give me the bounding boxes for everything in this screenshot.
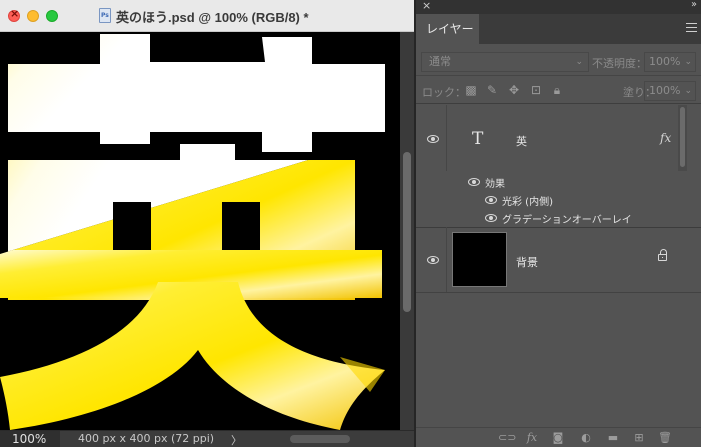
lock-icon[interactable] bbox=[658, 249, 667, 261]
lock-all-icon[interactable]: 🔒︎ bbox=[549, 82, 565, 98]
canvas[interactable] bbox=[0, 32, 400, 430]
adjustment-icon[interactable]: ◐ bbox=[578, 430, 594, 446]
opacity-label: 不透明度： bbox=[592, 57, 647, 70]
chevron-down-icon: ⌄ bbox=[575, 57, 583, 67]
kanji-glyph bbox=[0, 34, 385, 430]
effects-label: 効果 bbox=[485, 179, 505, 190]
zoom-field[interactable]: 100% bbox=[0, 431, 60, 447]
mask-icon[interactable]: ◙ bbox=[550, 430, 566, 446]
document-size-info: 400 px x 400 px (72 ppi) bbox=[78, 432, 215, 445]
lock-move-icon[interactable]: ✥ bbox=[506, 82, 522, 98]
eye-icon[interactable] bbox=[485, 196, 497, 204]
blend-mode-select[interactable]: 通常 ⌄ bbox=[421, 52, 589, 72]
effects-row[interactable]: 効果 bbox=[416, 173, 701, 191]
panel-topbar: × ›› bbox=[416, 0, 701, 14]
document-window: Ps 英のほう.psd @ 100% (RGB/8) * bbox=[0, 0, 414, 447]
text-layer-icon: T bbox=[472, 129, 484, 149]
layer-thumbnail bbox=[452, 232, 507, 287]
fill-field[interactable]: 100% ⌄ bbox=[644, 81, 696, 101]
file-icon-label: Ps bbox=[101, 12, 109, 19]
layer-name[interactable]: 背景 bbox=[516, 254, 538, 270]
blend-mode-value: 通常 bbox=[429, 55, 451, 68]
opacity-field[interactable]: 100% ⌄ bbox=[644, 52, 696, 72]
layer-name[interactable]: 英 bbox=[516, 133, 527, 149]
lock-paint-icon[interactable]: ✎ bbox=[484, 82, 500, 98]
psd-file-icon: Ps bbox=[99, 8, 111, 23]
status-menu-chevron-icon[interactable]: 〉 bbox=[231, 432, 242, 447]
blend-opacity-row: 通常 ⌄ 不透明度： 100% ⌄ bbox=[416, 48, 701, 76]
trash-icon[interactable]: 🗑︎ bbox=[657, 430, 673, 446]
layer-row-background[interactable]: 背景 bbox=[416, 227, 701, 293]
canvas-vertical-scrollbar[interactable] bbox=[400, 32, 414, 430]
eye-icon[interactable] bbox=[427, 135, 439, 143]
layers-scrollbar[interactable] bbox=[678, 105, 687, 171]
eye-icon[interactable] bbox=[427, 256, 439, 264]
effect-inner-glow[interactable]: 光彩 (内側) bbox=[416, 191, 701, 209]
lock-label: ロック： bbox=[422, 86, 466, 99]
document-title: 英のほう.psd @ 100% (RGB/8) * bbox=[116, 10, 309, 25]
panel-menu-icon[interactable] bbox=[686, 23, 697, 32]
layers-panel: × ›› レイヤー 通常 ⌄ 不透明度： 100% ⌄ ロック： ▩ ✎ ✥ ⊡… bbox=[414, 0, 701, 447]
effect-name: 光彩 (内側) bbox=[502, 197, 553, 208]
document-titlebar: Ps 英のほう.psd @ 100% (RGB/8) * bbox=[0, 0, 414, 32]
link-icon[interactable]: ⊂⊃ bbox=[498, 430, 516, 446]
effect-gradient-overlay[interactable]: グラデーションオーバーレイ bbox=[416, 209, 701, 227]
status-bar: 100% 400 px x 400 px (72 ppi) 〉 bbox=[0, 430, 414, 447]
eye-icon[interactable] bbox=[485, 214, 497, 222]
panel-tab-row: レイヤー bbox=[416, 14, 701, 44]
lock-artboard-icon[interactable]: ⊡ bbox=[528, 82, 544, 98]
effect-name: グラデーションオーバーレイ bbox=[502, 215, 632, 226]
maximize-window-button[interactable] bbox=[46, 10, 58, 22]
close-window-button[interactable] bbox=[8, 7, 20, 22]
opacity-value: 100% bbox=[649, 55, 681, 68]
lock-fill-row: ロック： ▩ ✎ ✥ ⊡ 🔒︎ 塗り： 100% ⌄ bbox=[416, 78, 701, 104]
fill-value: 100% bbox=[649, 84, 681, 97]
fx-icon[interactable]: fx bbox=[660, 131, 671, 145]
chevron-down-icon: ⌄ bbox=[684, 86, 692, 96]
chevron-down-icon: ⌄ bbox=[684, 57, 692, 67]
vertical-scroll-thumb[interactable] bbox=[403, 152, 411, 312]
layer-row-text[interactable]: T 英 fx ^ bbox=[416, 105, 701, 171]
new-layer-icon[interactable]: ⊞ bbox=[631, 430, 647, 446]
tab-layers[interactable]: レイヤー bbox=[416, 14, 479, 44]
minimize-window-button[interactable] bbox=[27, 10, 39, 22]
panel-close-icon[interactable]: × bbox=[422, 0, 431, 12]
fx-icon[interactable]: fx bbox=[524, 430, 540, 446]
folder-icon[interactable]: ▬ bbox=[605, 430, 621, 446]
layers-list: T 英 fx ^ 効果 光彩 (内側) グラデーションオーバーレイ 背景 bbox=[416, 105, 701, 447]
horizontal-scroll-thumb[interactable] bbox=[290, 435, 350, 443]
panel-collapse-icon[interactable]: ›› bbox=[691, 0, 697, 10]
lock-transparency-icon[interactable]: ▩ bbox=[463, 82, 479, 98]
eye-icon[interactable] bbox=[468, 178, 480, 186]
canvas-artwork bbox=[0, 34, 385, 430]
panel-footer: ⊂⊃ fx ◙ ◐ ▬ ⊞ 🗑︎ bbox=[416, 427, 701, 447]
